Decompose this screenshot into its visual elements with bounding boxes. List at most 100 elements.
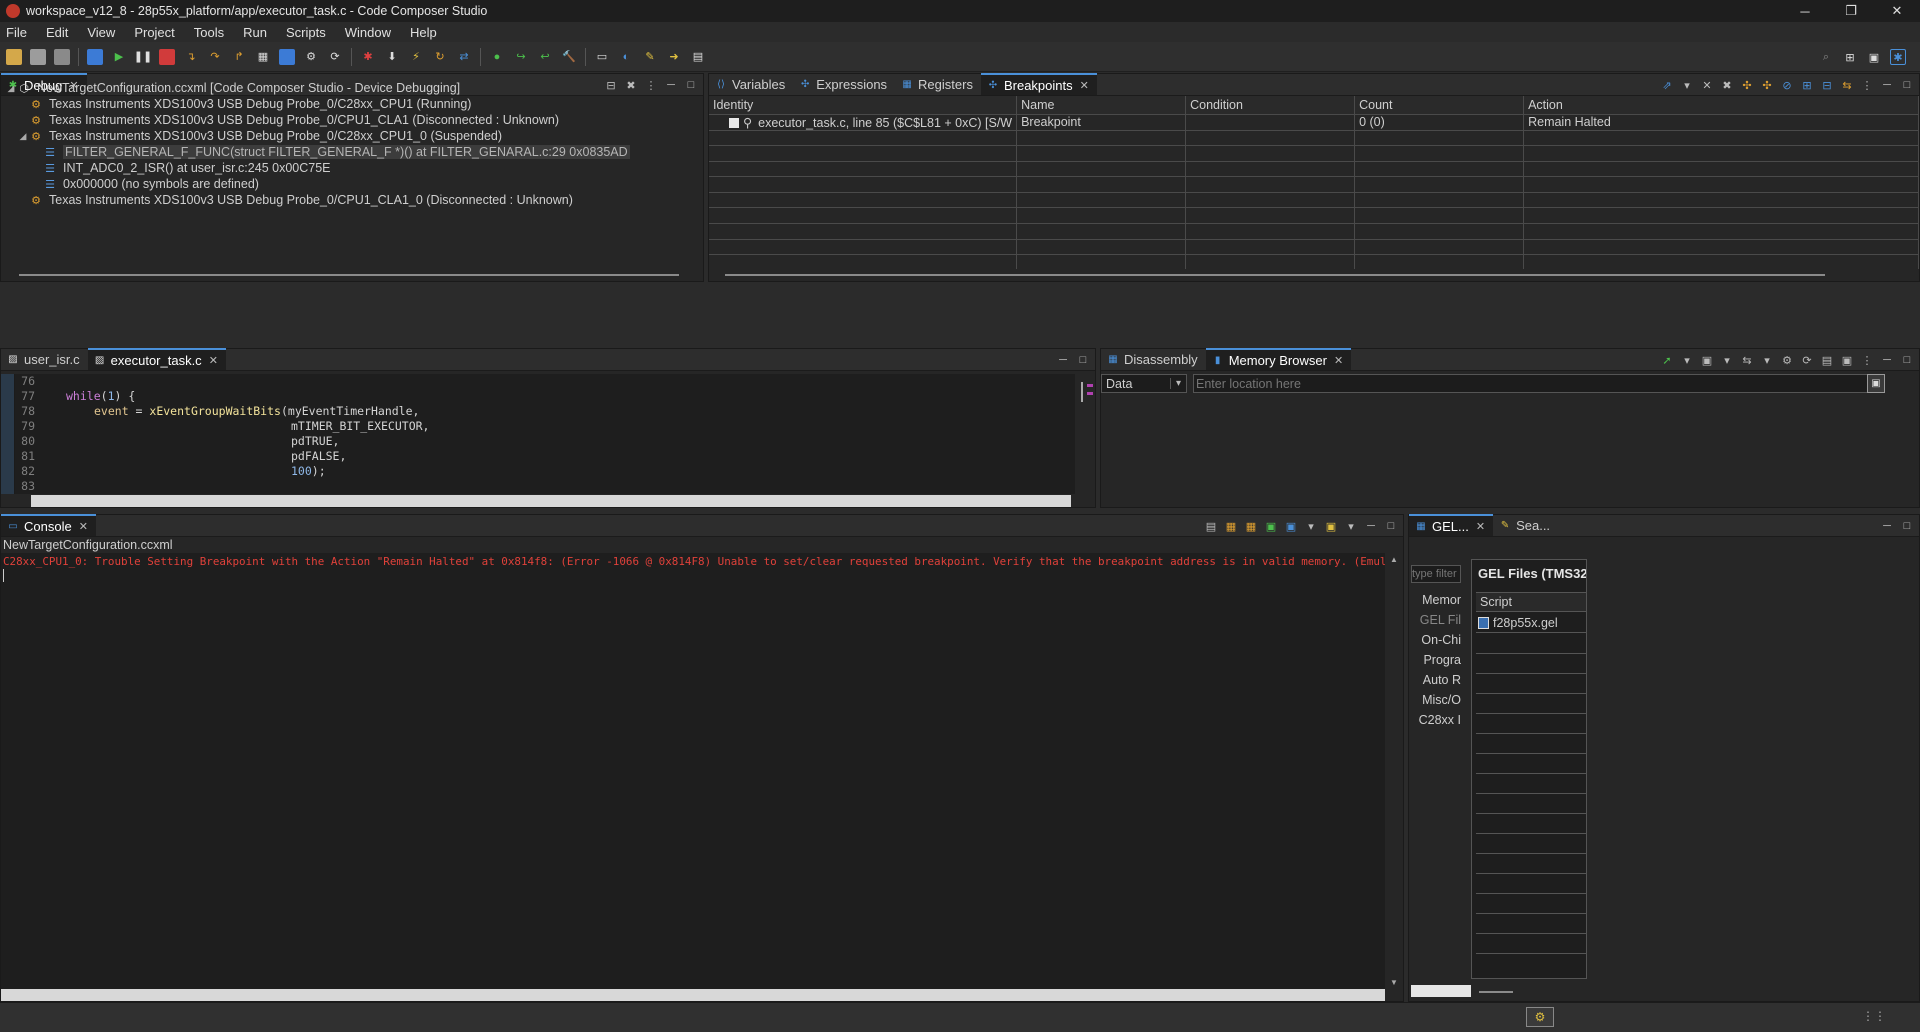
list-item[interactable]: Auto R — [1423, 673, 1461, 687]
tab-memory-browser[interactable]: ▮ Memory Browser ✕ — [1205, 348, 1352, 370]
maximize-view-icon[interactable]: □ — [683, 77, 699, 93]
tab-console[interactable]: ▭ Console ✕ — [1, 514, 96, 536]
dropdown-icon[interactable]: ▾ — [1759, 352, 1775, 368]
menu-edit[interactable]: Edit — [46, 25, 68, 40]
terminate-icon[interactable] — [159, 48, 175, 65]
expand-all-icon[interactable]: ⊞ — [1799, 77, 1815, 93]
new-breakpoint-icon[interactable]: ⇗ — [1659, 77, 1675, 93]
step-over-icon[interactable]: ↷ — [207, 49, 223, 65]
skip-breakpoints-icon[interactable]: ⊘ — [1779, 77, 1795, 93]
new-icon[interactable] — [6, 48, 22, 65]
filter-input[interactable] — [1411, 565, 1461, 583]
minimize-view-icon[interactable]: ─ — [663, 77, 679, 93]
display-console-icon[interactable]: ▣ — [1283, 518, 1299, 534]
tab-executor-task[interactable]: ▨ executor_task.c ✕ — [87, 348, 226, 370]
minimize-view-icon[interactable]: ─ — [1879, 77, 1895, 93]
brush-icon[interactable]: ✎ — [642, 49, 658, 65]
minimize-view-icon[interactable]: ─ — [1879, 352, 1895, 368]
menu-run[interactable]: Run — [243, 25, 267, 40]
memory-space-select[interactable]: Data ▾ — [1101, 374, 1187, 393]
view-menu-icon[interactable]: ⋮ — [643, 77, 659, 93]
tree-item-stack-frame[interactable]: ☰ FILTER_GENERAL_F_FUNC(struct FILTER_GE… — [43, 144, 630, 160]
new-tab-icon[interactable]: ▤ — [1819, 352, 1835, 368]
horizontal-scrollbar[interactable] — [1479, 991, 1513, 993]
horizontal-scrollbar[interactable] — [709, 269, 1919, 281]
load-program-icon[interactable]: ⬇ — [384, 49, 400, 65]
close-icon[interactable]: ✕ — [1080, 79, 1089, 92]
list-item[interactable]: GEL Fil — [1420, 613, 1461, 627]
reset-icon[interactable]: ⚙ — [303, 49, 319, 65]
horizontal-scrollbar[interactable] — [1411, 985, 1471, 997]
column-count[interactable]: Count — [1354, 96, 1525, 115]
breakpoint-checkbox[interactable] — [729, 118, 739, 129]
tree-item-stack-frame[interactable]: ☰ 0x000000 (no symbols are defined) — [43, 176, 259, 192]
ccs-icon[interactable]: ◐ — [618, 49, 634, 65]
menu-scripts[interactable]: Scripts — [286, 25, 326, 40]
dropdown-icon[interactable]: ▾ — [1303, 518, 1319, 534]
menu-file[interactable]: File — [6, 25, 27, 40]
refresh-icon[interactable]: ↻ — [432, 49, 448, 65]
horizontal-scrollbar[interactable] — [1, 269, 703, 281]
pin-icon[interactable]: ▣ — [1839, 352, 1855, 368]
tree-item-cla1-0[interactable]: ⚙ Texas Instruments XDS100v3 USB Debug P… — [17, 192, 573, 208]
column-name[interactable]: Name — [1016, 96, 1187, 115]
horizontal-scrollbar[interactable] — [1, 989, 1385, 1001]
list-item[interactable]: Memor — [1422, 593, 1461, 607]
remove-breakpoint-icon[interactable]: ✕ — [1699, 77, 1715, 93]
menu-window[interactable]: Window — [345, 25, 391, 40]
minimize-view-icon[interactable]: ─ — [1363, 518, 1379, 534]
link-icon[interactable]: ⇆ — [1839, 77, 1855, 93]
arrow-icon[interactable]: ➜ — [666, 49, 682, 65]
menu-view[interactable]: View — [87, 25, 115, 40]
tab-gel[interactable]: ▦ GEL... ✕ — [1409, 514, 1494, 536]
column-action[interactable]: Action — [1523, 96, 1919, 115]
view-menu-icon[interactable]: ⋮ — [1859, 77, 1875, 93]
list-item[interactable]: On-Chi — [1421, 633, 1461, 647]
menu-help[interactable]: Help — [410, 25, 437, 40]
maximize-view-icon[interactable]: □ — [1899, 518, 1915, 534]
step-into-icon[interactable]: ↴ — [183, 49, 199, 65]
flash-icon[interactable]: ⚡ — [408, 49, 424, 65]
gel-file-row[interactable]: f28p55x.gel — [1476, 613, 1586, 633]
build-icon[interactable]: 🔨 — [561, 49, 577, 65]
dropdown-icon[interactable]: ▾ — [1679, 77, 1695, 93]
restart-icon[interactable]: ⟳ — [327, 49, 343, 65]
minimize-view-icon[interactable]: ─ — [1879, 518, 1895, 534]
step-return-icon[interactable]: ↱ — [231, 49, 247, 65]
tree-item-cpu1-0[interactable]: ◢ ⚙ Texas Instruments XDS100v3 USB Debug… — [17, 128, 503, 144]
location-input[interactable] — [1193, 374, 1877, 393]
tab-expressions[interactable]: ✣ Expressions — [793, 73, 895, 95]
menu-project[interactable]: Project — [134, 25, 174, 40]
maximize-view-icon[interactable]: □ — [1899, 77, 1915, 93]
enable-breakpoints-icon[interactable]: ✣ — [1739, 77, 1755, 93]
table-row[interactable]: ⚲ executor_task.c, line 85 ($C$L81 + 0xC)… — [709, 114, 1919, 131]
tab-registers[interactable]: ▦ Registers — [895, 73, 981, 95]
tab-disassembly[interactable]: ▦ Disassembly — [1101, 348, 1206, 370]
clear-console-icon[interactable]: ▤ — [1203, 518, 1219, 534]
export-icon[interactable]: ▣ — [1699, 352, 1715, 368]
pin-console-icon[interactable]: ▣ — [1263, 518, 1279, 534]
maximize-button[interactable]: ❐ — [1828, 0, 1874, 22]
save-icon[interactable] — [30, 48, 46, 65]
open-console-icon[interactable]: ▣ — [1323, 518, 1339, 534]
close-icon[interactable]: ✕ — [1334, 354, 1343, 367]
minimize-view-icon[interactable]: ─ — [1055, 352, 1071, 368]
console-output[interactable]: C28xx_CPU1_0: Trouble Setting Breakpoint… — [1, 553, 1387, 989]
word-wrap-icon[interactable]: ▦ — [1243, 518, 1259, 534]
list-item[interactable]: Misc/O — [1422, 693, 1461, 707]
run-icon[interactable]: ● — [489, 49, 505, 65]
new-rendering-icon[interactable]: ▣ — [1867, 374, 1885, 393]
list-item[interactable]: C28xx I — [1419, 713, 1461, 727]
perspective-debug-icon[interactable]: ✱ — [1890, 49, 1906, 65]
expanded-chevron-icon[interactable]: ◢ — [5, 83, 17, 94]
go-icon[interactable]: ➚ — [1659, 352, 1675, 368]
tab-user-isr[interactable]: ▨ user_isr.c — [1, 348, 88, 370]
forward-icon[interactable]: ↪ — [513, 49, 529, 65]
maximize-view-icon[interactable]: □ — [1383, 518, 1399, 534]
scroll-lock-icon[interactable]: ▦ — [1223, 518, 1239, 534]
suspend-icon[interactable]: ❚❚ — [134, 49, 152, 65]
list-item[interactable]: Progra — [1423, 653, 1461, 667]
tree-item-cla1[interactable]: ⚙ Texas Instruments XDS100v3 USB Debug P… — [17, 112, 559, 128]
column-identity[interactable]: Identity — [709, 96, 1018, 115]
perspective-edit-icon[interactable]: ▣ — [1866, 49, 1882, 65]
